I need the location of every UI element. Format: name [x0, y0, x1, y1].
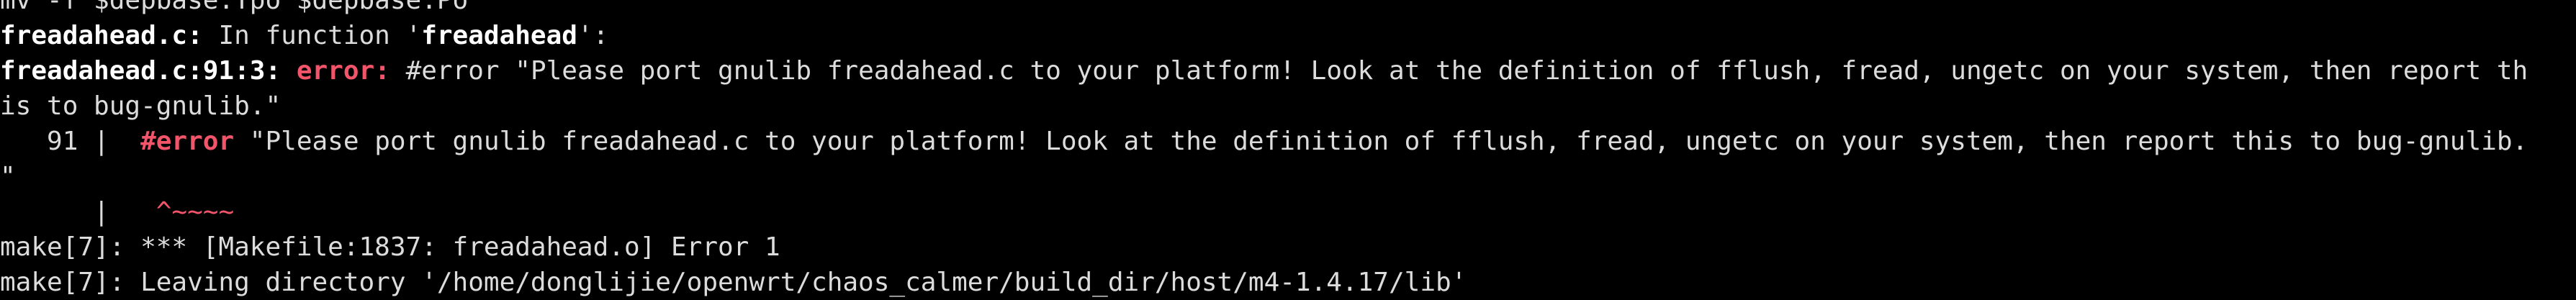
in-function-text: In function '	[202, 21, 422, 50]
in-function-line: freadahead.c: In function 'freadahead':	[0, 18, 2576, 53]
caret-gutter: |	[0, 197, 156, 227]
source-filename: freadahead.c:	[0, 21, 203, 50]
make-error-line: make[7]: *** [Makefile:1837: freadahead.…	[0, 229, 2576, 265]
source-line-text: "Please port gnulib freadahead.c to your…	[234, 127, 2528, 156]
command-line-partial: mv -f $depbase.Tpo $depbase.Po	[0, 0, 2576, 18]
terminal-output[interactable]: mv -f $depbase.Tpo $depbase.Po freadahea…	[0, 0, 2576, 300]
function-name: freadahead	[421, 21, 577, 50]
make-error-text: make[7]: *** [Makefile:1837: freadahead.…	[0, 232, 780, 262]
error-message: #error "Please port gnulib freadahead.c …	[405, 56, 2528, 86]
error-line: freadahead.c:91:3: error: #error "Please…	[0, 53, 2576, 88]
error-label: error:	[296, 56, 390, 86]
caret-marker: ^~~~~	[156, 197, 235, 227]
source-line: 91 | #error "Please port gnulib freadahe…	[0, 124, 2576, 159]
error-message-wrap: is to bug-gnulib."	[0, 91, 282, 121]
source-line-gutter: 91 |	[0, 127, 141, 156]
caret-line: | ^~~~~	[0, 194, 2576, 229]
error-location: freadahead.c:91:3:	[0, 56, 282, 86]
make-leave-line: make[7]: Leaving directory '/home/dongli…	[0, 265, 2576, 300]
in-function-end: ':	[577, 21, 609, 50]
error-line-wrap: is to bug-gnulib."	[0, 88, 2576, 124]
command-text: mv -f $depbase.Tpo $depbase.Po	[0, 0, 469, 15]
error-directive: #error	[140, 127, 235, 156]
source-line-wrap: "	[0, 159, 2576, 194]
source-line-wrap-text: "	[0, 162, 16, 191]
make-leave-text: make[7]: Leaving directory '/home/dongli…	[0, 268, 1467, 297]
